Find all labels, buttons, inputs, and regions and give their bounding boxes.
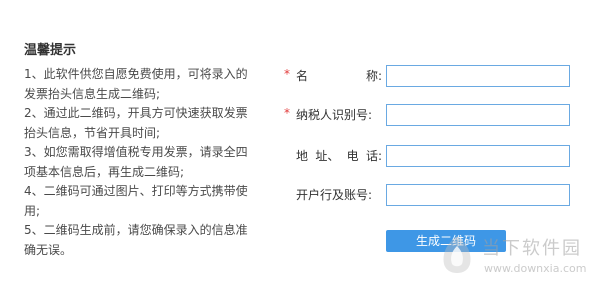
- address-label-part: 地: [296, 149, 309, 163]
- tips-title: 温馨提示: [24, 43, 77, 58]
- address-label-part: 址、: [315, 149, 340, 163]
- address-phone-input[interactable]: [386, 145, 570, 167]
- address-label-part: 电: [346, 149, 359, 163]
- name-input[interactable]: [386, 65, 570, 87]
- watermark-url: www.downxia.com: [484, 262, 587, 275]
- tip-item-5: 5、二维码生成前，请您确保录入的信息准确无误。: [24, 223, 248, 257]
- address-label-part: 话:: [365, 149, 382, 163]
- tip-item-1: 1、此软件供您自愿免费使用，可将录入的发票抬头信息生成二维码;: [24, 67, 248, 101]
- tip-item-2: 2、通过此二维码，开具方可快速获取发票抬头信息，节省开具时间;: [24, 106, 248, 140]
- bank-label: 开户行及账号:: [296, 188, 373, 202]
- address-label: 地 址、 电 话:: [296, 144, 382, 168]
- required-mark: *: [284, 106, 290, 120]
- watermark-logo-icon: [443, 236, 471, 273]
- name-label-char: 称:: [365, 69, 382, 83]
- taxid-input[interactable]: [386, 104, 570, 126]
- tip-item-3: 3、如您需取得增值税专用发票，请录全四项基本信息后，再生成二维码;: [24, 145, 248, 179]
- name-label: 名 称:: [296, 64, 382, 88]
- watermark: 当下软件园 www.downxia.com: [438, 228, 588, 280]
- tip-item-4: 4、二维码可通过图片、打印等方式携带使用;: [24, 184, 248, 218]
- name-label-char: 名: [296, 69, 309, 83]
- tips-panel: 温馨提示 1、此软件供您自愿免费使用，可将录入的发票抬头信息生成二维码; 2、通…: [24, 42, 252, 260]
- bank-account-input[interactable]: [386, 184, 570, 206]
- watermark-title: 当下软件园: [482, 238, 582, 259]
- required-mark: *: [284, 67, 290, 81]
- taxid-label: 纳税人识别号:: [296, 108, 373, 122]
